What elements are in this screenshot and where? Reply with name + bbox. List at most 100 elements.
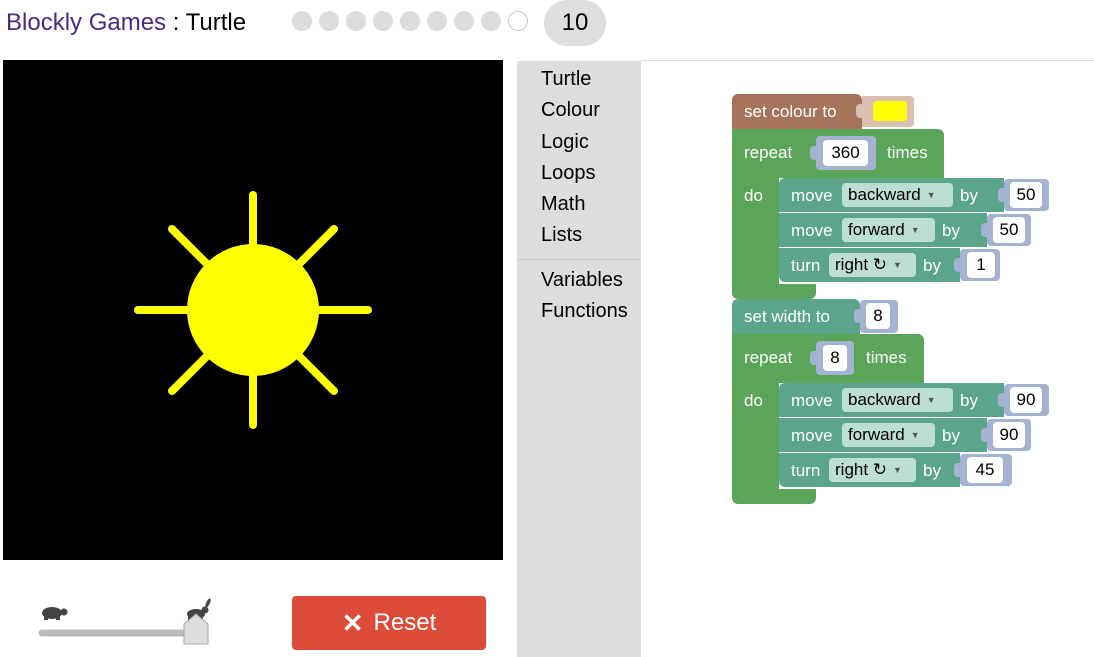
chevron-down-icon: ▼ <box>926 190 936 200</box>
page-title: Blockly Games : Turtle <box>6 9 246 37</box>
move-direction-dropdown[interactable]: forward ▼ <box>842 423 935 447</box>
move-direction-value: forward <box>848 425 905 444</box>
set-colour-block[interactable]: set colour to <box>732 94 862 129</box>
times-label: times <box>866 348 907 367</box>
turn-label: turn <box>791 461 821 480</box>
level-dot-6[interactable] <box>427 11 447 31</box>
chevron-down-icon: ▼ <box>910 430 920 440</box>
move-direction-dropdown[interactable]: forward ▼ <box>842 218 935 242</box>
socket-tab <box>954 463 962 477</box>
move-direction-value: forward <box>848 220 905 239</box>
socket-tab <box>854 309 862 323</box>
width-value-field[interactable]: 8 <box>866 303 890 329</box>
repeat-foot-2 <box>732 489 816 504</box>
move-value-field[interactable]: 50 <box>993 217 1025 243</box>
move-label: move <box>791 221 833 240</box>
toolbox: Turtle Colour Logic Loops Math Lists Var… <box>517 61 641 657</box>
toolbox-category-loops[interactable]: Loops <box>541 162 596 185</box>
do-label: do <box>744 186 763 205</box>
turn-direction-dropdown[interactable]: right ↻ ▼ <box>829 458 916 482</box>
header: Blockly Games : Turtle 10 <box>6 0 706 46</box>
socket-tab <box>998 393 1006 407</box>
by-label: by <box>960 391 978 410</box>
turtle-canvas <box>3 60 503 560</box>
chevron-down-icon: ▼ <box>893 465 902 475</box>
repeat-count-field[interactable]: 360 <box>823 140 868 166</box>
turn-value-field[interactable]: 45 <box>967 457 1003 483</box>
close-icon: ✕ <box>341 608 364 638</box>
chevron-down-icon: ▼ <box>910 225 920 235</box>
colour-swatch[interactable] <box>873 101 907 121</box>
colour-socket-tab <box>856 104 864 118</box>
turn-direction-value: right ↻ <box>835 255 888 274</box>
socket-tab <box>981 223 989 237</box>
socket-tab <box>998 188 1006 202</box>
reset-label: Reset <box>373 609 437 636</box>
move-value-field[interactable]: 50 <box>1010 182 1042 208</box>
level-dot-4[interactable] <box>373 11 393 31</box>
app-name-link[interactable]: Blockly Games <box>6 9 166 36</box>
by-label: by <box>942 221 960 240</box>
by-label: by <box>923 461 941 480</box>
turtle-icon <box>42 607 68 620</box>
speed-slider-graphic <box>38 598 211 645</box>
reset-button[interactable]: ✕ Reset <box>292 596 486 650</box>
move-direction-dropdown[interactable]: backward ▼ <box>842 183 953 207</box>
level-dots <box>292 11 528 31</box>
socket-tab <box>810 351 818 365</box>
turn-value-field[interactable]: 1 <box>967 252 995 278</box>
move-label: move <box>791 186 833 205</box>
repeat-label: repeat <box>744 348 793 367</box>
times-label: times <box>887 143 928 162</box>
slider-knob[interactable] <box>183 613 209 645</box>
repeat-label: repeat <box>744 143 793 162</box>
move-value-field[interactable]: 90 <box>1010 387 1042 413</box>
move-label: move <box>791 391 833 410</box>
level-dot-7[interactable] <box>454 11 474 31</box>
do-label: do <box>744 391 763 410</box>
speed-slider[interactable] <box>30 598 220 648</box>
by-label: by <box>942 426 960 445</box>
turn-direction-value: right ↻ <box>835 460 888 479</box>
toolbox-category-lists[interactable]: Lists <box>541 224 582 247</box>
toolbox-category-functions[interactable]: Functions <box>541 300 628 323</box>
toolbox-category-colour[interactable]: Colour <box>541 99 600 122</box>
level-dot-8[interactable] <box>481 11 501 31</box>
level-dot-2[interactable] <box>319 11 339 31</box>
title-separator: : <box>166 9 186 36</box>
toolbox-category-turtle[interactable]: Turtle <box>541 68 591 91</box>
move-label: move <box>791 426 833 445</box>
sun-drawing <box>134 191 372 429</box>
repeat-do-rail-2: do <box>732 383 779 489</box>
repeat-foot-1 <box>732 284 816 299</box>
current-level-badge[interactable]: 10 <box>544 0 606 46</box>
set-width-label: set width to <box>744 307 830 326</box>
repeat-do-rail-1: do <box>732 178 779 284</box>
level-dot-5[interactable] <box>400 11 420 31</box>
move-direction-value: backward <box>848 390 921 409</box>
move-value-field[interactable]: 90 <box>993 422 1025 448</box>
toolbox-separator <box>517 259 641 260</box>
turn-label: turn <box>791 256 821 275</box>
toolbox-category-math[interactable]: Math <box>541 193 585 216</box>
toolbox-category-logic[interactable]: Logic <box>541 131 589 154</box>
set-width-block[interactable]: set width to <box>732 299 860 334</box>
level-dot-3[interactable] <box>346 11 366 31</box>
turn-direction-dropdown[interactable]: right ↻ ▼ <box>829 253 916 277</box>
repeat-count-field[interactable]: 8 <box>823 345 847 371</box>
socket-tab <box>981 428 989 442</box>
chevron-down-icon: ▼ <box>893 260 902 270</box>
socket-tab <box>810 146 818 160</box>
move-direction-dropdown[interactable]: backward ▼ <box>842 388 953 412</box>
by-label: by <box>923 256 941 275</box>
sun-disc <box>187 244 319 376</box>
game-name: Turtle <box>185 9 247 36</box>
toolbox-category-variables[interactable]: Variables <box>541 269 623 292</box>
level-dot-1[interactable] <box>292 11 312 31</box>
move-direction-value: backward <box>848 185 921 204</box>
set-colour-label: set colour to <box>744 102 837 121</box>
socket-tab <box>954 258 962 272</box>
chevron-down-icon: ▼ <box>926 395 936 405</box>
level-dot-9[interactable] <box>508 11 528 31</box>
by-label: by <box>960 186 978 205</box>
